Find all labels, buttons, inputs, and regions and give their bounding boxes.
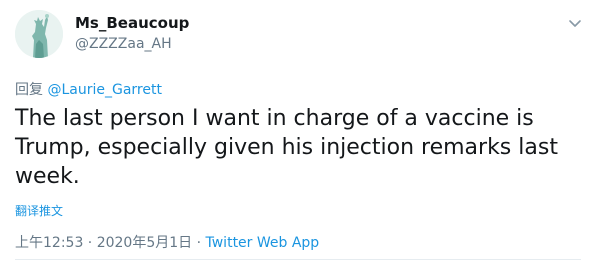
divider (15, 259, 581, 260)
avatar[interactable] (15, 10, 63, 58)
meta-separator: · (192, 235, 206, 251)
translate-tweet-link[interactable]: 翻译推文 (15, 202, 63, 219)
tweet-timestamp[interactable]: 上午12:53 · 2020年5月1日 (15, 235, 192, 251)
statue-of-liberty-avatar-image (15, 10, 63, 58)
reply-context: 回复 @Laurie_Garrett (15, 79, 162, 99)
author-display-name[interactable]: Ms_Beaucoup (75, 14, 189, 32)
tweet-text: The last person I want in charge of a va… (15, 106, 558, 189)
tweet-source-link[interactable]: Twitter Web App (206, 235, 320, 251)
tweet-meta: 上午12:53 · 2020年5月1日 · Twitter Web App (15, 232, 319, 252)
author-handle[interactable]: @ZZZZaa_AH (75, 36, 172, 52)
reply-prefix: 回复 (15, 82, 43, 98)
reply-mention-link[interactable]: @Laurie_Garrett (47, 82, 162, 98)
chevron-down-icon[interactable] (566, 14, 584, 32)
